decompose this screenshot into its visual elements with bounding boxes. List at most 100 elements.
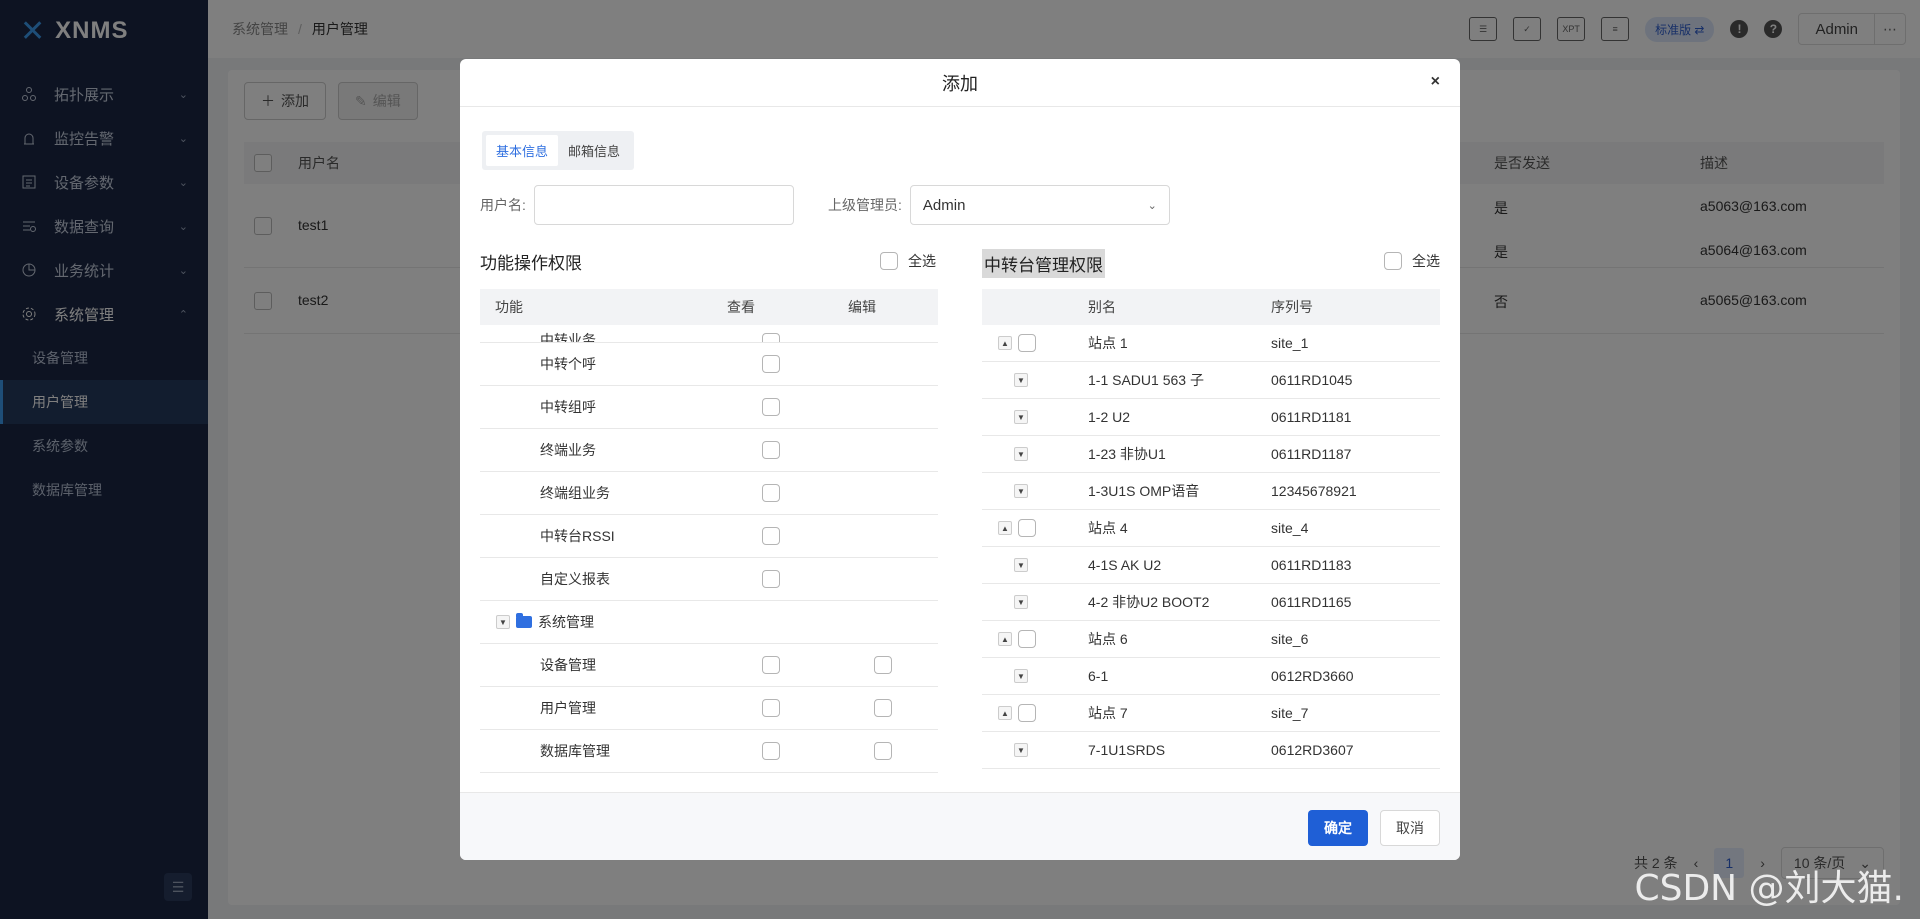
expand-triangle-icon[interactable]: ▲ bbox=[998, 632, 1012, 646]
confirm-button[interactable]: 确定 bbox=[1308, 810, 1368, 846]
repeater-row: ▼ 7-1U1SRDS 0612RD3607 bbox=[982, 732, 1440, 769]
serial-cell: 0611RD1045 bbox=[1271, 372, 1353, 388]
repeater-select-all[interactable]: 全选 bbox=[1384, 251, 1440, 271]
view-checkbox[interactable] bbox=[761, 570, 780, 588]
view-checkbox-cell bbox=[713, 333, 828, 342]
manager-select[interactable]: Admin ⌄ bbox=[909, 185, 1170, 225]
repeater-row: ▼ 1-1 SADU1 563 子 0611RD1045 bbox=[982, 362, 1440, 399]
select-all-checkbox[interactable] bbox=[880, 252, 898, 270]
view-checkbox[interactable] bbox=[761, 398, 780, 416]
repeater-row: ▼ 1-2 U2 0611RD1181 bbox=[982, 399, 1440, 436]
table-header: 功能 查看 编辑 bbox=[480, 289, 938, 325]
view-checkbox-cell bbox=[713, 527, 828, 545]
function-select-all[interactable]: 全选 bbox=[880, 251, 936, 271]
alias-cell: 6-1 bbox=[1088, 668, 1109, 684]
repeater-controls: ▼ bbox=[982, 373, 1088, 387]
collapse-triangle-icon[interactable]: ▼ bbox=[496, 615, 510, 629]
folder-open-icon bbox=[516, 613, 532, 628]
table-row-group: ▼ 系统管理 bbox=[480, 601, 938, 644]
alias-cell: 站点 1 bbox=[1088, 335, 1128, 351]
repeater-controls: ▼ bbox=[982, 669, 1088, 683]
table-row: 终端业务 bbox=[480, 429, 938, 472]
collapse-triangle-icon[interactable]: ▼ bbox=[1014, 669, 1028, 683]
table-row: 设备管理 bbox=[480, 644, 938, 687]
site-checkbox[interactable] bbox=[1018, 704, 1036, 722]
alias-cell: 站点 4 bbox=[1088, 520, 1128, 536]
serial-cell: 0611RD1165 bbox=[1271, 594, 1352, 610]
collapse-triangle-icon[interactable]: ▼ bbox=[1014, 743, 1028, 757]
expand-triangle-icon[interactable]: ▲ bbox=[998, 706, 1012, 720]
site-checkbox[interactable] bbox=[1018, 334, 1036, 352]
edit-checkbox-cell bbox=[828, 699, 938, 717]
close-icon[interactable]: × bbox=[1431, 73, 1440, 91]
serial-cell: 0612RD3607 bbox=[1271, 742, 1354, 758]
cancel-button[interactable]: 取消 bbox=[1380, 810, 1440, 846]
manager-label: 上级管理员: bbox=[828, 197, 902, 213]
site-controls: ▲ bbox=[982, 519, 1088, 537]
function-label: 中转个呼 bbox=[540, 356, 596, 372]
function-label: 自定义报表 bbox=[540, 571, 610, 587]
function-permission-table: 功能 查看 编辑 中转业务 中转个呼 中转组呼 终端业务 终端组业务 中转台RS… bbox=[480, 289, 938, 773]
view-checkbox[interactable] bbox=[761, 355, 780, 373]
function-label: 数据库管理 bbox=[540, 743, 610, 759]
username-label: 用户名: bbox=[480, 197, 526, 213]
table-body: 中转业务 中转个呼 中转组呼 终端业务 终端组业务 中转台RSSI 自定义报表 … bbox=[480, 325, 938, 773]
collapse-triangle-icon[interactable]: ▼ bbox=[1014, 410, 1028, 424]
table-row: 终端组业务 bbox=[480, 472, 938, 515]
collapse-triangle-icon[interactable]: ▼ bbox=[1014, 558, 1028, 572]
function-label: 设备管理 bbox=[540, 657, 596, 673]
table-row: 用户管理 bbox=[480, 687, 938, 730]
group-cell: ▼ 系统管理 bbox=[480, 612, 713, 632]
view-checkbox[interactable] bbox=[761, 441, 780, 459]
alias-cell: 1-3U1S OMP语音 bbox=[1088, 483, 1200, 499]
repeater-controls: ▼ bbox=[982, 447, 1088, 461]
expand-triangle-icon[interactable]: ▲ bbox=[998, 336, 1012, 350]
collapse-triangle-icon[interactable]: ▼ bbox=[1014, 373, 1028, 387]
view-checkbox-cell bbox=[713, 441, 828, 459]
tab-email-info[interactable]: 邮箱信息 bbox=[558, 135, 630, 166]
alias-cell: 4-2 非协U2 BOOT2 bbox=[1088, 594, 1210, 610]
edit-checkbox[interactable] bbox=[874, 742, 892, 760]
col-view: 查看 bbox=[727, 299, 755, 315]
site-checkbox[interactable] bbox=[1018, 630, 1036, 648]
alias-cell: 1-1 SADU1 563 子 bbox=[1088, 372, 1204, 388]
view-checkbox[interactable] bbox=[761, 527, 780, 545]
view-checkbox[interactable] bbox=[761, 699, 780, 717]
site-row: ▲ 站点 1 site_1 bbox=[982, 325, 1440, 362]
view-checkbox-cell bbox=[713, 742, 828, 760]
view-checkbox-cell bbox=[713, 484, 828, 502]
expand-triangle-icon[interactable]: ▲ bbox=[998, 521, 1012, 535]
repeater-row: ▼ 4-2 非协U2 BOOT2 0611RD1165 bbox=[982, 584, 1440, 621]
collapse-triangle-icon[interactable]: ▼ bbox=[1014, 447, 1028, 461]
dialog-tabs: 基本信息 邮箱信息 bbox=[482, 131, 635, 170]
site-row: ▲ 站点 6 site_6 bbox=[982, 621, 1440, 658]
select-all-checkbox[interactable] bbox=[1384, 252, 1402, 270]
repeater-controls: ▼ bbox=[982, 743, 1088, 757]
username-input[interactable] bbox=[533, 185, 794, 225]
edit-checkbox[interactable] bbox=[874, 656, 892, 674]
select-all-label: 全选 bbox=[908, 253, 936, 269]
view-checkbox[interactable] bbox=[761, 742, 780, 760]
edit-checkbox[interactable] bbox=[874, 699, 892, 717]
function-label: 中转业务 bbox=[540, 332, 596, 343]
repeater-controls: ▼ bbox=[982, 558, 1088, 572]
site-checkbox[interactable] bbox=[1018, 519, 1036, 537]
repeater-controls: ▼ bbox=[982, 410, 1088, 424]
collapse-triangle-icon[interactable]: ▼ bbox=[1014, 595, 1028, 609]
view-checkbox[interactable] bbox=[761, 484, 780, 502]
view-checkbox[interactable] bbox=[761, 656, 780, 674]
col-serial: 序列号 bbox=[1271, 299, 1313, 315]
table-row: 中转台RSSI bbox=[480, 515, 938, 558]
serial-cell: 0611RD1183 bbox=[1271, 557, 1352, 573]
alias-cell: 4-1S AK U2 bbox=[1088, 557, 1162, 573]
tab-basic-info[interactable]: 基本信息 bbox=[486, 135, 559, 166]
function-label: 终端组业务 bbox=[540, 485, 610, 501]
repeater-row: ▼ 1-23 非协U1 0611RD1187 bbox=[982, 436, 1440, 473]
view-checkbox[interactable] bbox=[761, 333, 780, 342]
collapse-triangle-icon[interactable]: ▼ bbox=[1014, 484, 1028, 498]
edit-checkbox-cell bbox=[828, 742, 938, 760]
site-row: ▲ 站点 7 site_7 bbox=[982, 695, 1440, 732]
function-label: 终端业务 bbox=[540, 442, 596, 458]
serial-cell: 0611RD1181 bbox=[1271, 409, 1352, 425]
dialog-title: 添加 bbox=[942, 73, 978, 94]
